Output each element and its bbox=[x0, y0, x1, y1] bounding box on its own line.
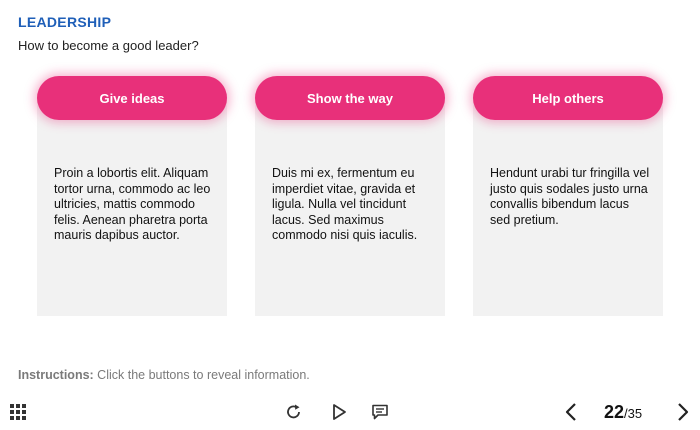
card-help-others: Hendunt urabi tur fringilla vel justo qu… bbox=[473, 76, 663, 316]
page-subtitle: How to become a good leader? bbox=[18, 38, 199, 53]
card-show-the-way: Duis mi ex, fermentum eu imperdiet vitae… bbox=[255, 76, 445, 316]
card-text: Proin a lobortis elit. Aliquam tortor ur… bbox=[54, 166, 211, 242]
chevron-left-icon[interactable] bbox=[560, 401, 582, 423]
comment-icon[interactable] bbox=[370, 402, 390, 422]
play-icon[interactable] bbox=[329, 402, 349, 422]
card-text: Duis mi ex, fermentum eu imperdiet vitae… bbox=[272, 166, 418, 242]
give-ideas-button[interactable]: Give ideas bbox=[37, 76, 227, 120]
replay-icon[interactable] bbox=[284, 402, 304, 422]
grid-menu-icon[interactable] bbox=[8, 402, 28, 422]
show-the-way-button[interactable]: Show the way bbox=[255, 76, 445, 120]
card-body: Proin a lobortis elit. Aliquam tortor ur… bbox=[37, 94, 227, 316]
page-current: 22 bbox=[604, 402, 625, 422]
help-others-button[interactable]: Help others bbox=[473, 76, 663, 120]
chevron-right-icon[interactable] bbox=[672, 401, 694, 423]
page-title: LEADERSHIP bbox=[18, 14, 112, 30]
card-text: Hendunt urabi tur fringilla vel justo qu… bbox=[490, 166, 650, 227]
card-body: Duis mi ex, fermentum eu imperdiet vitae… bbox=[255, 94, 445, 316]
page-total: /35 bbox=[624, 406, 643, 421]
card-give-ideas: Proin a lobortis elit. Aliquam tortor ur… bbox=[37, 76, 227, 316]
card-body: Hendunt urabi tur fringilla vel justo qu… bbox=[473, 94, 663, 316]
instructions-text: Click the buttons to reveal information. bbox=[93, 368, 310, 382]
page-counter: 22/35 bbox=[604, 402, 642, 423]
instructions: Instructions: Click the buttons to revea… bbox=[18, 368, 310, 382]
instructions-label: Instructions: bbox=[18, 368, 94, 382]
